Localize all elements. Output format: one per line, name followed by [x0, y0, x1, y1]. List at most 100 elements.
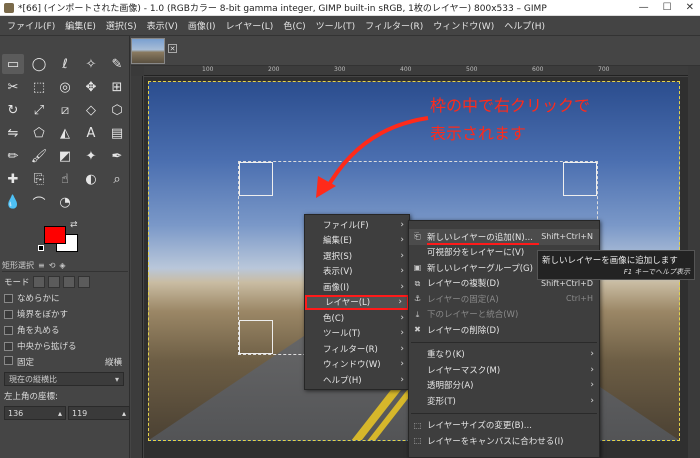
mode-replace-button[interactable] — [32, 276, 45, 288]
merge-down-item[interactable]: ⤓ 下のレイヤーと統合(W) — [409, 307, 599, 323]
pencil-icon[interactable]: ✏ — [2, 146, 24, 166]
airbrush-icon[interactable]: ✦ — [80, 146, 102, 166]
bucket-fill-icon[interactable]: ◭ — [54, 123, 76, 143]
text-icon[interactable]: A — [80, 123, 102, 143]
transform-item[interactable]: 変形(T) › — [409, 393, 599, 409]
cage-icon[interactable]: ⬠ — [28, 123, 50, 143]
menu-select[interactable]: 選択(S) — [101, 19, 142, 32]
tab-device-status[interactable]: ≡ — [38, 261, 45, 270]
scale-icon[interactable]: ⤢ — [28, 100, 50, 120]
feather-checkbox[interactable] — [4, 309, 13, 319]
tab-tool-options[interactable]: 矩形選択 — [2, 260, 34, 271]
mode-intersect-button[interactable] — [77, 276, 90, 288]
mode-add-button[interactable] — [47, 276, 60, 288]
menu-layer[interactable]: レイヤー(L) — [221, 19, 279, 32]
ctx-windows[interactable]: ウィンドウ(W) › — [305, 357, 409, 373]
antialias-option[interactable]: なめらかに — [0, 290, 130, 306]
ink-icon[interactable]: ✒ — [106, 146, 128, 166]
selection-handle[interactable] — [239, 162, 273, 196]
smudge-icon[interactable]: ☝ — [54, 169, 76, 189]
menu-image[interactable]: 画像(I) — [183, 19, 221, 32]
tab-undo-history[interactable]: ⟲ — [49, 261, 56, 270]
menu-tools[interactable]: ツール(T) — [311, 19, 361, 32]
menu-file[interactable]: ファイル(F) — [2, 19, 60, 32]
eraser-icon[interactable]: ◩ — [54, 146, 76, 166]
expand-center-option[interactable]: 中央から拡げる — [0, 338, 130, 354]
ctx-colors[interactable]: 色(C) › — [305, 310, 409, 326]
rounded-checkbox[interactable] — [4, 325, 13, 335]
ctx-layer[interactable]: レイヤー(L) › — [305, 294, 409, 310]
reset-colors-icon[interactable] — [38, 245, 44, 251]
zoom-icon[interactable]: ⌕ — [106, 169, 128, 189]
3d-transform-icon[interactable]: ⬡ — [106, 100, 128, 120]
fixed-option[interactable]: 固定 縦横 — [0, 354, 130, 370]
flip-icon[interactable]: ⇋ — [2, 123, 24, 143]
fixed-mode-dropdown[interactable]: 現在の縦横比 ▾ — [4, 372, 124, 386]
menu-filters[interactable]: フィルター(R) — [360, 19, 428, 32]
menu-help[interactable]: ヘルプ(H) — [499, 19, 550, 32]
fixed-checkbox[interactable] — [4, 356, 13, 365]
spinner-icon[interactable]: ▴ — [58, 409, 62, 418]
foreground-color[interactable] — [44, 226, 66, 244]
anchor-layer-item[interactable]: ⚓ レイヤーの固定(A) Ctrl+H — [409, 291, 599, 307]
dodge-icon[interactable]: ◐ — [80, 169, 102, 189]
ctx-filters[interactable]: フィルター(R) › — [305, 341, 409, 357]
free-select-icon[interactable]: ℓ — [54, 54, 76, 74]
move-icon[interactable]: ✥ — [80, 77, 102, 97]
align-icon[interactable]: ⊞ — [106, 77, 128, 97]
crop-icon[interactable]: ✂ — [2, 77, 24, 97]
layer-to-image-size-item[interactable]: ⬚ レイヤーをキャンバスに合わせる(I) — [409, 433, 599, 449]
rotate-icon[interactable]: ↻ — [2, 100, 24, 120]
ctx-tools[interactable]: ツール(T) › — [305, 326, 409, 342]
ruler-corner[interactable] — [131, 66, 144, 76]
position-y-input[interactable]: 119 ▴ — [68, 406, 130, 420]
tab-images[interactable]: ◈ — [59, 261, 65, 270]
expand-center-checkbox[interactable] — [4, 341, 13, 351]
gradient-icon[interactable]: ▤ — [106, 123, 128, 143]
close-image-icon[interactable]: ✕ — [168, 44, 177, 53]
ctx-edit[interactable]: 編集(E) › — [305, 233, 409, 249]
rect-select-icon[interactable]: ▭ — [2, 54, 24, 74]
layer-mask-item[interactable]: レイヤーマスク(M) › — [409, 362, 599, 378]
clone-icon[interactable]: ⎘ — [28, 169, 50, 189]
delete-layer-item[interactable]: ✖ レイヤーの削除(D) — [409, 322, 599, 338]
ellipse-select-icon[interactable]: ◯ — [28, 54, 50, 74]
ctx-image[interactable]: 画像(I) › — [305, 279, 409, 295]
position-x-input[interactable]: 136 ▴ — [4, 406, 66, 420]
minimize-button[interactable]: — — [639, 2, 649, 13]
ctx-help[interactable]: ヘルプ(H) › — [305, 372, 409, 388]
fuzzy-select-icon[interactable]: ✧ — [80, 54, 102, 74]
feather-option[interactable]: 境界をぼかす — [0, 306, 130, 322]
ctx-view[interactable]: 表示(V) › — [305, 264, 409, 280]
menu-view[interactable]: 表示(V) — [142, 19, 183, 32]
stack-item[interactable]: 重なり(K) › — [409, 347, 599, 363]
measure-icon[interactable]: ◔ — [54, 192, 76, 212]
unified-transform-icon[interactable]: ⬚ — [28, 77, 50, 97]
paths-icon[interactable]: ⌒ — [28, 192, 50, 212]
spinner-icon[interactable]: ▴ — [122, 409, 126, 418]
perspective-icon[interactable]: ◇ — [80, 100, 102, 120]
ctx-file[interactable]: ファイル(F) › — [305, 217, 409, 233]
close-window-button[interactable]: ✕ — [686, 2, 694, 13]
menu-windows[interactable]: ウィンドウ(W) — [428, 19, 499, 32]
maximize-button[interactable]: ☐ — [663, 2, 672, 13]
swap-colors-icon[interactable]: ⇄ — [70, 220, 78, 230]
new-layer-item[interactable]: ⎗ 新しいレイヤーの追加(N)... Shift+Ctrl+N — [409, 229, 599, 245]
heal-icon[interactable]: ✚ — [2, 169, 24, 189]
layer-boundary-size-item[interactable]: ⬚ レイヤーサイズの変更(B)... — [409, 418, 599, 434]
paintbrush-icon[interactable]: 🖌 — [28, 146, 50, 166]
transparency-item[interactable]: 透明部分(A) › — [409, 378, 599, 394]
antialias-checkbox[interactable] — [4, 293, 13, 303]
mode-subtract-button[interactable] — [62, 276, 75, 288]
shear-icon[interactable]: ⧄ — [54, 100, 76, 120]
selection-handle[interactable] — [239, 320, 273, 354]
selection-handle[interactable] — [563, 162, 597, 196]
image-tab-thumbnail[interactable] — [131, 38, 165, 64]
menu-colors[interactable]: 色(C) — [278, 19, 310, 32]
rounded-option[interactable]: 角を丸める — [0, 322, 130, 338]
warp-transform-icon[interactable]: ◎ — [54, 77, 76, 97]
ctx-select[interactable]: 選択(S) › — [305, 248, 409, 264]
color-picker-icon[interactable]: ✎ — [106, 54, 128, 74]
blur-icon[interactable]: 💧 — [2, 192, 24, 212]
menu-edit[interactable]: 編集(E) — [60, 19, 101, 32]
